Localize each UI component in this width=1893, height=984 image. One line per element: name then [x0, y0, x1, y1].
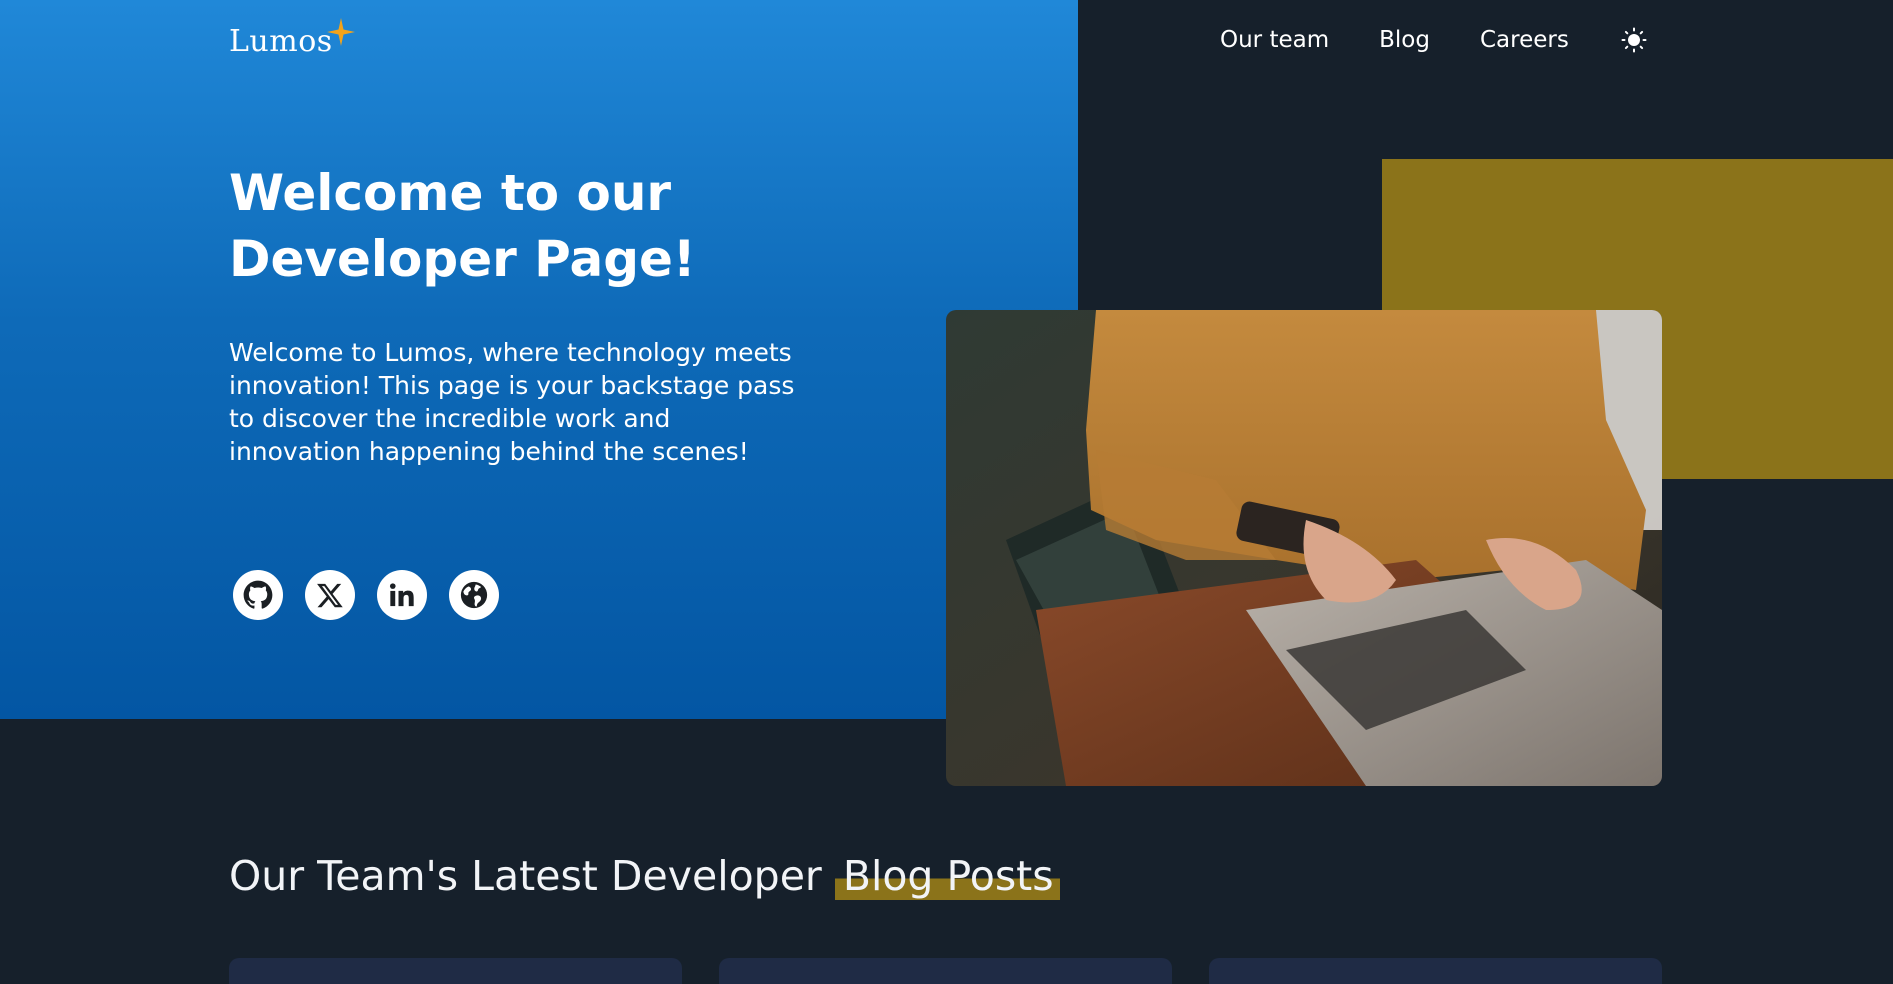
- logo[interactable]: Lumos: [229, 16, 359, 66]
- blog-section-title-plain: Our Team's Latest Developer: [229, 852, 835, 900]
- nav-item-careers[interactable]: Careers: [1480, 27, 1569, 53]
- four-point-star-icon: [327, 18, 355, 46]
- hero-description: Welcome to Lumos, where technology meets…: [229, 338, 795, 466]
- linkedin-icon: [389, 583, 414, 607]
- blog-section-title: Our Team's Latest Developer Blog Posts: [229, 846, 1060, 906]
- blog-card[interactable]: [719, 958, 1172, 984]
- x-icon: [317, 583, 343, 608]
- x-link[interactable]: [305, 570, 355, 620]
- theme-toggle-button[interactable]: [1619, 25, 1649, 55]
- blog-section-title-highlight: Blog Posts: [834, 852, 1060, 900]
- hero-title: Welcome to our Developer Page!: [229, 164, 696, 288]
- github-icon: [243, 580, 273, 609]
- website-link[interactable]: [449, 570, 499, 620]
- linkedin-link[interactable]: [377, 570, 427, 620]
- sun-icon: [1621, 27, 1647, 53]
- github-link[interactable]: [233, 570, 283, 620]
- social-links: [233, 570, 521, 620]
- globe-icon: [460, 581, 488, 609]
- logo-text: Lumos: [229, 24, 333, 59]
- page: Lumos Our team Blog Careers Welcome to o…: [0, 0, 1893, 984]
- main-nav: Our team Blog Careers: [1220, 22, 1649, 58]
- person-typing-on-laptop-illustration: [946, 310, 1662, 786]
- hero-photo: [946, 310, 1662, 786]
- blog-card[interactable]: [229, 958, 682, 984]
- nav-item-blog[interactable]: Blog: [1379, 27, 1430, 53]
- blog-card[interactable]: [1209, 958, 1662, 984]
- nav-item-our-team[interactable]: Our team: [1220, 27, 1329, 53]
